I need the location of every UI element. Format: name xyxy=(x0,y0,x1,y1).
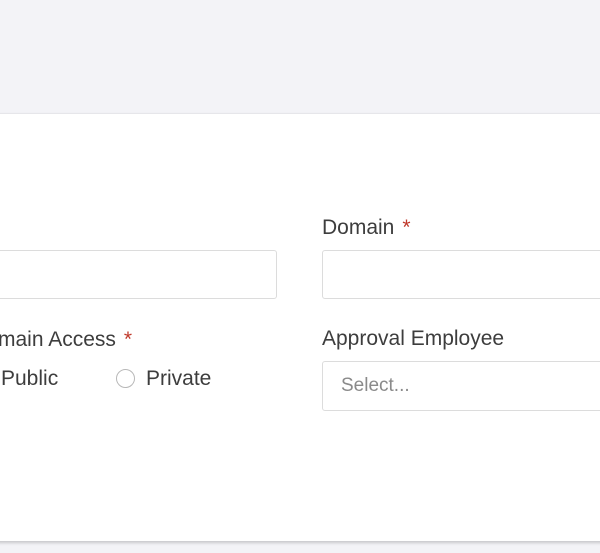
approval-employee-label: Approval Employee xyxy=(322,327,505,350)
radio-public-label[interactable]: Public xyxy=(1,367,58,391)
domain-label: Domain * xyxy=(322,216,411,240)
left-text-input[interactable] xyxy=(0,250,277,299)
required-marker: * xyxy=(123,328,133,351)
required-marker: * xyxy=(402,216,411,239)
domain-label-text: Domain xyxy=(322,216,395,239)
radio-private[interactable] xyxy=(116,369,135,388)
domain-input[interactable] xyxy=(322,250,600,299)
approval-employee-select[interactable]: Select... xyxy=(322,361,600,411)
page-header-area xyxy=(0,0,600,113)
radio-private-label[interactable]: Private xyxy=(146,367,211,391)
domain-access-label-text: main Access xyxy=(0,328,116,351)
approval-employee-placeholder: Select... xyxy=(341,375,410,396)
domain-access-label: main Access * xyxy=(0,328,132,352)
form-card xyxy=(0,113,600,541)
